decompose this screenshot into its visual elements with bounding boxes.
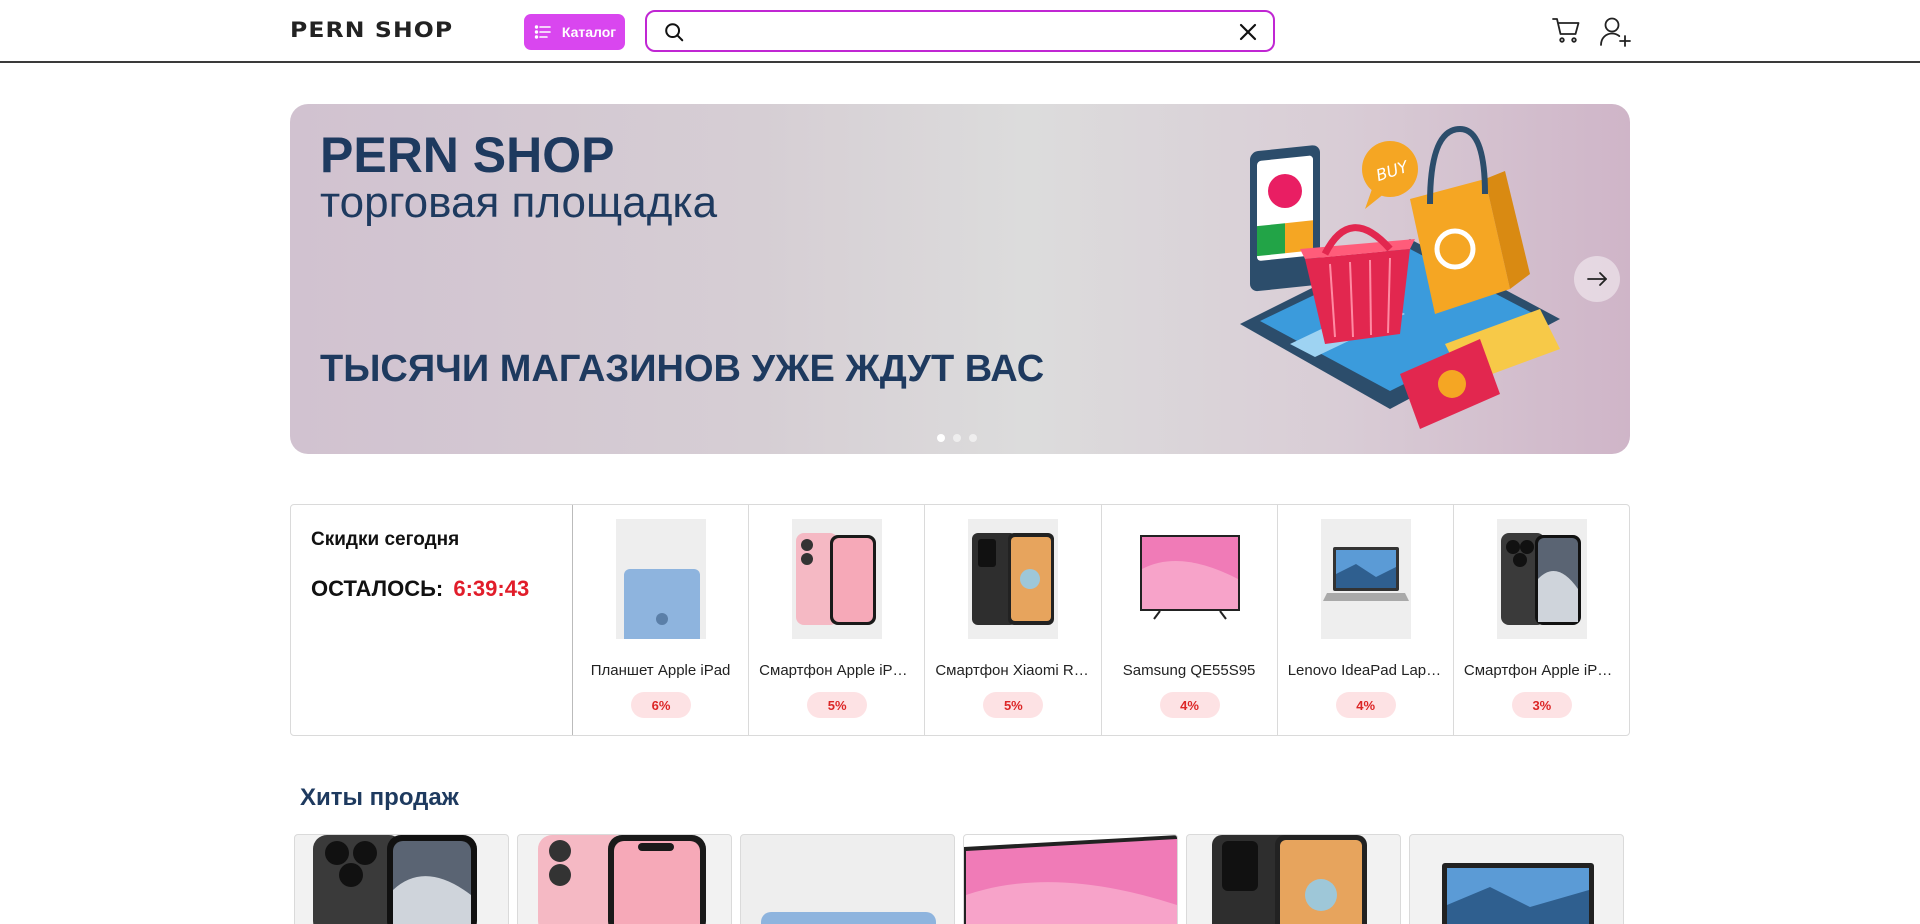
- xiaomi-phone-image: [1212, 835, 1367, 924]
- site-header: PERN SHOP Каталог: [0, 0, 1920, 63]
- catalog-button[interactable]: Каталог: [524, 14, 625, 50]
- hit-card[interactable]: [963, 834, 1178, 924]
- search-bar: [645, 10, 1275, 52]
- hit-card[interactable]: [1186, 834, 1401, 924]
- deal-card[interactable]: Смартфон Apple iPhone 15 5%: [749, 505, 926, 735]
- deal-name: Смартфон Apple iPhone 15: [759, 662, 914, 679]
- discount-badge: 5%: [807, 692, 868, 718]
- user-add-icon[interactable]: [1598, 14, 1632, 48]
- deal-card[interactable]: Смартфон Apple iPhone 15 Pro 3%: [1454, 505, 1630, 735]
- banner-dot[interactable]: [953, 434, 961, 442]
- black-phone-image: [1496, 519, 1587, 639]
- tablet-image: [616, 519, 706, 639]
- list-icon: [534, 25, 551, 39]
- discount-badge: 5%: [983, 692, 1044, 718]
- tablet-image: [761, 912, 936, 924]
- site-logo[interactable]: PERN SHOP: [290, 18, 453, 42]
- deals-info: Скидки сегодня ОСТАЛОСЬ: 6:39:43: [291, 505, 573, 735]
- deal-name: Samsung QE55S95: [1122, 662, 1256, 679]
- deal-name: Lenovo IdeaPad Laptop: [1287, 662, 1443, 679]
- deal-card[interactable]: Планшет Apple iPad 6%: [573, 505, 750, 735]
- deal-name: Смартфон Xiaomi Redmi Note: [935, 662, 1091, 679]
- banner-dot[interactable]: [937, 434, 945, 442]
- discount-badge: 4%: [1335, 692, 1396, 718]
- deal-card[interactable]: Samsung QE55S95 4%: [1102, 505, 1278, 735]
- banner-title: PERN SHOP: [320, 127, 615, 183]
- deal-name: Смартфон Apple iPhone 15 Pro: [1463, 662, 1620, 679]
- timer-label: ОСТАЛОСЬ:: [311, 576, 444, 601]
- banner-slogan: ТЫСЯЧИ МАГАЗИНОВ УЖЕ ЖДУТ ВАС: [320, 348, 1045, 390]
- tv-image: [1139, 519, 1240, 639]
- close-icon[interactable]: [1239, 23, 1257, 41]
- hit-card[interactable]: [294, 834, 509, 924]
- deal-list: Планшет Apple iPad 6% Смартфон Apple iPh…: [573, 505, 1630, 735]
- hits-title: Хиты продаж: [300, 784, 459, 811]
- hit-card[interactable]: [1409, 834, 1624, 924]
- timer-value: 6:39:43: [453, 576, 530, 601]
- banner-dot[interactable]: [969, 434, 977, 442]
- cart-icon[interactable]: [1550, 14, 1582, 46]
- hit-card[interactable]: [517, 834, 732, 924]
- banner-next-button[interactable]: [1574, 256, 1620, 302]
- deal-card[interactable]: Смартфон Xiaomi Redmi Note 5%: [925, 505, 1102, 735]
- laptop-image: [1442, 863, 1594, 924]
- discount-badge: 4%: [1159, 692, 1220, 718]
- promo-banner[interactable]: PERN SHOP торговая площадка ТЫСЯЧИ МАГАЗ…: [290, 104, 1630, 454]
- pink-phone-image: [792, 519, 883, 639]
- laptop-image: [1320, 519, 1411, 639]
- discount-badge: 3%: [1511, 692, 1572, 718]
- banner-pagination: [937, 434, 977, 442]
- tv-image: [964, 835, 1177, 924]
- catalog-label: Каталог: [561, 24, 617, 40]
- deals-timer: ОСТАЛОСЬ: 6:39:43: [311, 576, 529, 602]
- pink-phone-image: [538, 835, 706, 924]
- deal-card[interactable]: Lenovo IdeaPad Laptop 4%: [1278, 505, 1454, 735]
- hit-card[interactable]: [740, 834, 955, 924]
- daily-deals: Скидки сегодня ОСТАЛОСЬ: 6:39:43 Планшет…: [290, 504, 1630, 736]
- black-phone-image: [313, 835, 477, 924]
- search-icon[interactable]: [663, 21, 685, 43]
- xiaomi-phone-image: [968, 519, 1059, 639]
- arrow-right-icon: [1587, 272, 1607, 286]
- deals-title: Скидки сегодня: [311, 529, 460, 550]
- banner-subtitle: торговая площадка: [320, 178, 718, 227]
- search-input[interactable]: [697, 18, 1217, 44]
- discount-badge: 6%: [631, 692, 691, 718]
- shopping-illustration: BUY: [1240, 125, 1560, 429]
- deal-name: Планшет Apple iPad: [590, 662, 731, 679]
- hits-list: [294, 834, 1628, 924]
